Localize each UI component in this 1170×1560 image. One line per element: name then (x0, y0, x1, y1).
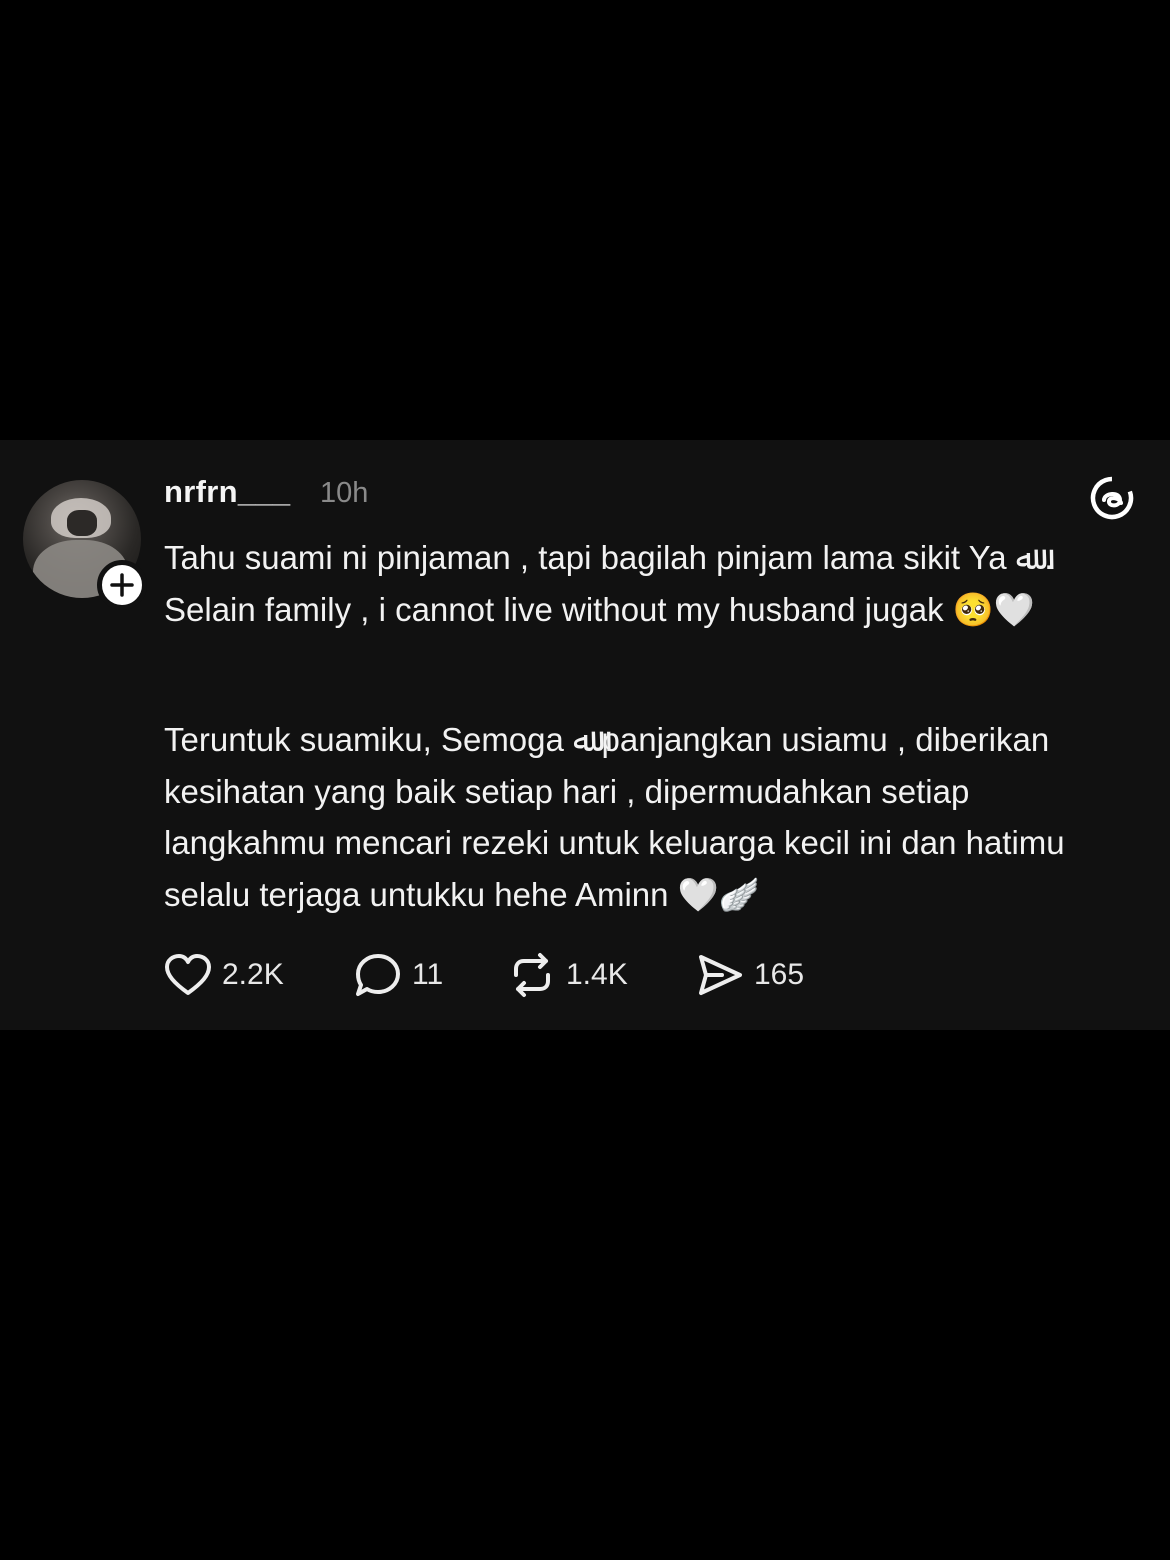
thread-post-card: nrfrn___ 10h Tahu suami ni pinjaman , ta… (0, 440, 1170, 1030)
send-icon (699, 955, 742, 995)
post-paragraph-1: Tahu suami ni pinjaman , tapi bagilah pi… (164, 539, 1054, 628)
follow-button[interactable] (97, 560, 147, 610)
post-paragraph-2: Teruntuk suamiku, Semoga ﷲ panjangkan us… (164, 721, 1065, 913)
like-count: 2.2K (222, 958, 284, 991)
reply-count: 11 (412, 958, 444, 991)
plus-icon (110, 573, 134, 597)
repost-button[interactable]: 1.4K (508, 950, 628, 1000)
post-actions: 2.2K 11 1.4K 165 (164, 950, 864, 1000)
repost-icon (514, 953, 550, 997)
reply-button[interactable]: 11 (354, 950, 443, 1000)
threads-logo-icon (1090, 476, 1134, 520)
share-count: 165 (754, 958, 805, 991)
share-button[interactable]: 165 (696, 950, 804, 1000)
repost-count: 1.4K (566, 958, 628, 991)
like-button[interactable]: 2.2K (164, 950, 284, 1000)
username-link[interactable]: nrfrn___ (164, 474, 290, 510)
heart-icon (165, 954, 211, 995)
comment-icon (356, 954, 400, 996)
post-timestamp: 10h (320, 477, 369, 509)
